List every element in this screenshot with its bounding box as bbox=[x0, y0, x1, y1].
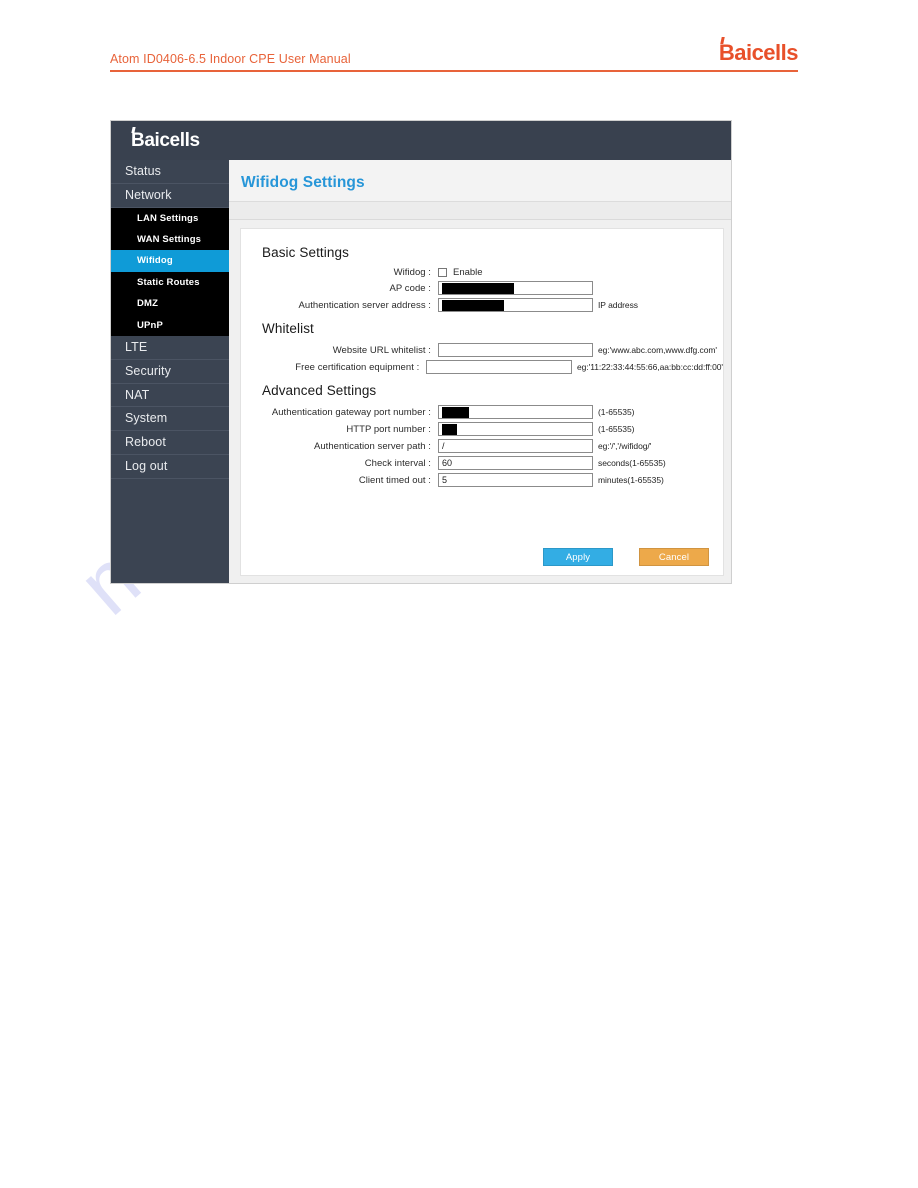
label-server-path: Authentication server path : bbox=[313, 440, 431, 452]
sidebar-item-network[interactable]: Network bbox=[111, 184, 229, 208]
label-auth-server-address: Authentication server address : bbox=[298, 299, 431, 311]
hint-gateway-port: (1-65535) bbox=[598, 407, 635, 417]
sidebar-item-wifidog[interactable]: Wifidog bbox=[111, 250, 229, 272]
ap-code-input[interactable] bbox=[438, 281, 593, 295]
label-free-certification-equipment: Free certification equipment : bbox=[295, 361, 420, 373]
sidebar-item-dmz[interactable]: DMZ bbox=[111, 293, 229, 314]
sidebar-item-reboot[interactable]: Reboot bbox=[111, 431, 229, 455]
field-row-client-timeout: Client timed out : 5 minutes(1-65535) bbox=[241, 473, 723, 487]
section-heading-basic: Basic Settings bbox=[262, 245, 349, 260]
sidebar-item-static-routes[interactable]: Static Routes bbox=[111, 272, 229, 293]
network-submenu: LAN Settings WAN Settings Wifidog Static… bbox=[111, 207, 229, 336]
content-area: Wifidog Settings Basic Settings Wifidog … bbox=[229, 160, 731, 583]
sidebar-item-security[interactable]: Security bbox=[111, 360, 229, 384]
baicells-app-logo: Baicells bbox=[131, 126, 200, 152]
document-logo-text: Baicells bbox=[718, 40, 799, 65]
hint-client-timeout: minutes(1-65535) bbox=[598, 475, 664, 485]
field-row-wifidog-enable: Wifidog : Enable bbox=[241, 267, 723, 278]
sidebar-item-wan-settings[interactable]: WAN Settings bbox=[111, 229, 229, 250]
app-topbar: Baicells bbox=[111, 121, 731, 160]
url-whitelist-input[interactable] bbox=[438, 343, 593, 357]
label-url-whitelist: Website URL whitelist : bbox=[332, 344, 431, 356]
field-row-gateway-port: Authentication gateway port number : (1-… bbox=[241, 405, 723, 419]
cancel-button[interactable]: Cancel bbox=[639, 548, 709, 566]
section-heading-whitelist: Whitelist bbox=[262, 321, 314, 336]
page-title: Wifidog Settings bbox=[241, 174, 365, 191]
redaction-bar bbox=[442, 406, 469, 418]
field-row-check-interval: Check interval : 60 seconds(1-65535) bbox=[241, 456, 723, 470]
device-ui-panel: Baicells Status Network LAN Settings WAN… bbox=[110, 120, 732, 584]
hint-server-path: eg:'/','/wifidog/' bbox=[598, 441, 652, 451]
label-ap-code: AP code : bbox=[389, 282, 431, 294]
sidebar-item-logout[interactable]: Log out bbox=[111, 455, 229, 479]
label-gateway-port: Authentication gateway port number : bbox=[271, 406, 431, 418]
hint-http-port: (1-65535) bbox=[598, 424, 635, 434]
field-row-free-certification-equipment: Free certification equipment : eg:'11:22… bbox=[241, 360, 723, 374]
sidebar-item-status[interactable]: Status bbox=[111, 160, 229, 184]
free-certification-equipment-input[interactable] bbox=[426, 360, 572, 374]
sidebar-item-lte[interactable]: LTE bbox=[111, 336, 229, 360]
server-path-input[interactable]: / bbox=[438, 439, 593, 453]
form-action-buttons: Apply Cancel bbox=[543, 548, 709, 566]
label-wifidog: Wifidog : bbox=[393, 267, 431, 278]
page-subbar bbox=[229, 202, 731, 220]
check-interval-input[interactable]: 60 bbox=[438, 456, 593, 470]
field-row-ap-code: AP code : bbox=[241, 281, 723, 295]
auth-server-address-input[interactable] bbox=[438, 298, 593, 312]
hint-auth-server-address: IP address bbox=[598, 300, 638, 310]
client-timeout-input[interactable]: 5 bbox=[438, 473, 593, 487]
redaction-bar bbox=[442, 282, 514, 294]
field-row-auth-server-address: Authentication server address : IP addre… bbox=[241, 298, 723, 312]
hint-url-whitelist: eg:'www.abc.com,www.dfg.com' bbox=[598, 345, 717, 355]
sidebar-item-upnp[interactable]: UPnP bbox=[111, 315, 229, 336]
field-row-url-whitelist: Website URL whitelist : eg:'www.abc.com,… bbox=[241, 343, 723, 357]
http-port-input[interactable] bbox=[438, 422, 593, 436]
label-http-port: HTTP port number : bbox=[346, 423, 431, 435]
hint-check-interval: seconds(1-65535) bbox=[598, 458, 666, 468]
section-heading-advanced: Advanced Settings bbox=[262, 383, 377, 398]
field-row-http-port: HTTP port number : (1-65535) bbox=[241, 422, 723, 436]
sidebar-item-lan-settings[interactable]: LAN Settings bbox=[111, 208, 229, 229]
wifidog-enable-checkbox[interactable] bbox=[438, 268, 447, 277]
apply-button[interactable]: Apply bbox=[543, 548, 613, 566]
gateway-port-input[interactable] bbox=[438, 405, 593, 419]
hint-free-certification-equipment: eg:'11:22:33:44:55:66,aa:bb:cc:dd:ff:00' bbox=[576, 362, 723, 372]
page-title-bar: Wifidog Settings bbox=[229, 160, 731, 202]
sidebar-item-nat[interactable]: NAT bbox=[111, 384, 229, 408]
sidebar-filler bbox=[111, 478, 229, 583]
redaction-bar bbox=[442, 423, 457, 435]
app-logo-text: Baicells bbox=[131, 129, 200, 151]
document-title: Atom ID0406-6.5 Indoor CPE User Manual bbox=[110, 52, 351, 66]
document-header: Atom ID0406-6.5 Indoor CPE User Manual B… bbox=[110, 37, 799, 72]
wifidog-enable-label: Enable bbox=[453, 267, 483, 278]
label-check-interval: Check interval : bbox=[364, 457, 431, 469]
sidebar-nav: Status Network LAN Settings WAN Settings… bbox=[111, 160, 229, 583]
label-client-timeout: Client timed out : bbox=[358, 474, 431, 486]
sidebar-item-system[interactable]: System bbox=[111, 407, 229, 432]
settings-card: Basic Settings Wifidog : Enable AP code … bbox=[240, 228, 724, 576]
baicells-document-logo: Baicells bbox=[718, 37, 799, 66]
redaction-bar bbox=[442, 299, 504, 311]
field-row-server-path: Authentication server path : / eg:'/','/… bbox=[241, 439, 723, 453]
header-divider bbox=[110, 70, 798, 72]
